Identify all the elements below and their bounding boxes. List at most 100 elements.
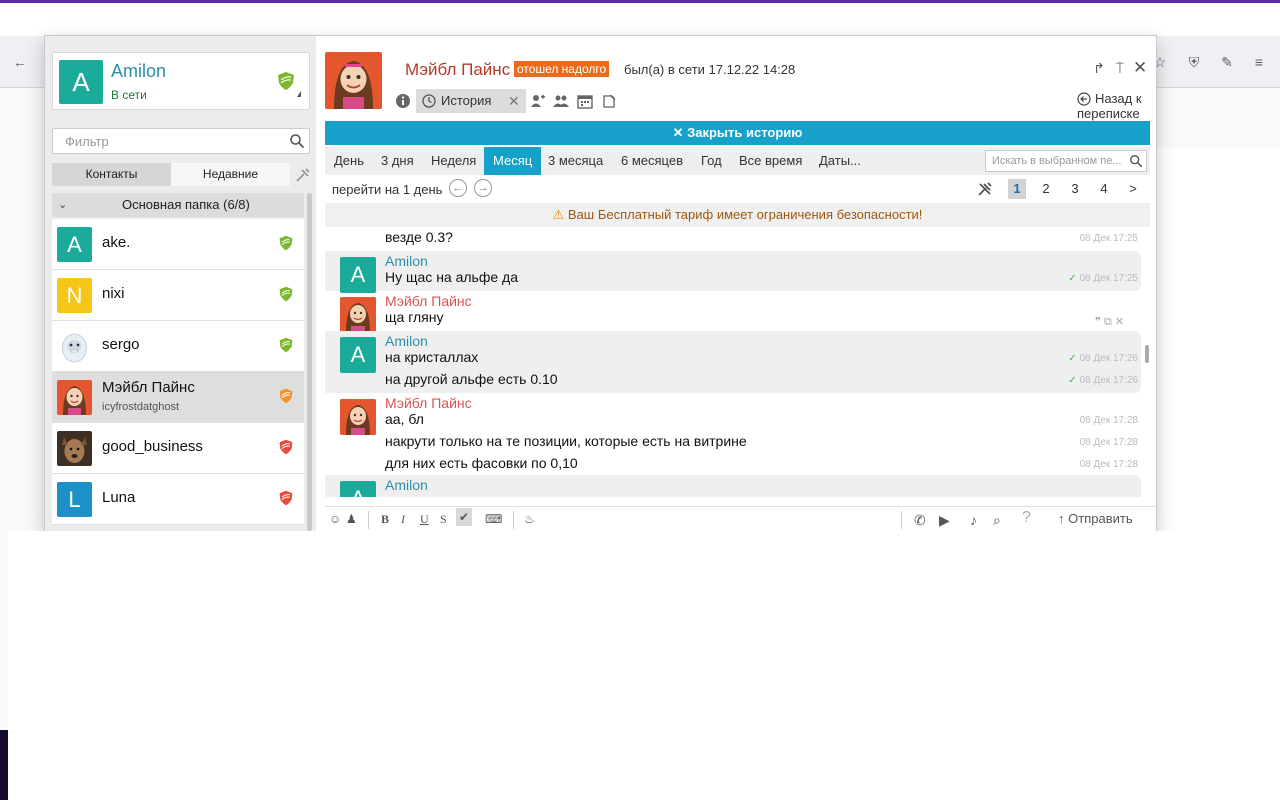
search-icon[interactable]: [289, 133, 305, 149]
contact-item[interactable]: A ake.: [52, 219, 304, 270]
my-name: Amilon: [111, 61, 167, 81]
tab-history[interactable]: История ✕: [416, 89, 526, 113]
period-tab-3months[interactable]: 3 месяца: [539, 147, 612, 175]
unpin-icon[interactable]: ↱: [1092, 60, 1106, 77]
contact-name: nixi: [102, 285, 125, 302]
help-icon[interactable]: ?: [1022, 509, 1031, 527]
close-history-button[interactable]: ✕ Закрыть историю: [325, 121, 1150, 145]
back-arrow-icon[interactable]: ←: [12, 54, 28, 70]
menu-icon[interactable]: ≡: [1251, 54, 1267, 70]
tools-icon[interactable]: [295, 167, 311, 183]
period-tab-day[interactable]: День: [325, 147, 373, 175]
tools-icon[interactable]: [977, 181, 993, 197]
history-search-input[interactable]: Искать в выбранном пе...: [985, 150, 1147, 172]
info-icon[interactable]: [395, 93, 411, 109]
period-tab-week[interactable]: Неделя: [422, 147, 485, 175]
quote-icon[interactable]: ❞: [1095, 316, 1101, 328]
warning-text: Ваш Бесплатный тариф имеет ограничения б…: [567, 207, 923, 222]
italic-button[interactable]: I: [401, 512, 405, 527]
sticker-icon[interactable]: ♟: [346, 512, 357, 526]
goto-label: перейти на 1 день: [332, 182, 443, 197]
copy-icon[interactable]: ⧉: [1104, 316, 1112, 328]
period-tab-year[interactable]: Год: [692, 147, 731, 175]
emoji-icon[interactable]: ☺: [329, 512, 341, 526]
chat-partner-name: Мэйбл Пайнс: [405, 60, 511, 79]
last-seen: был(а) в сети 17.12.22 14:28: [624, 62, 796, 77]
contact-item[interactable]: sergo: [52, 321, 304, 372]
page-next[interactable]: >: [1124, 179, 1142, 199]
message-actions[interactable]: ❞ ⧉ ✕: [1095, 315, 1124, 329]
close-icon[interactable]: ✕: [1133, 58, 1147, 78]
period-tab-month[interactable]: Месяц: [484, 147, 542, 175]
message-text: Ну щас на альфе да: [385, 269, 518, 285]
note-icon[interactable]: [601, 93, 617, 109]
next-day-icon[interactable]: →: [474, 179, 492, 197]
page-3[interactable]: 3: [1066, 179, 1084, 199]
my-profile-card[interactable]: A Amilon В сети: [52, 52, 310, 110]
message-avatar: [340, 297, 376, 333]
contacts-scrollbar[interactable]: [307, 193, 312, 531]
microphone-icon[interactable]: ♪: [970, 512, 977, 528]
keyboard-icon[interactable]: ⌨: [485, 512, 502, 526]
message-time: 08 Дек 17:28: [1079, 415, 1138, 426]
back-to-chat-link[interactable]: Назад к переписке: [1077, 91, 1155, 121]
send-arrow-icon: ↑: [1058, 511, 1065, 526]
contact-avatar: N: [57, 278, 92, 313]
page-1[interactable]: 1: [1008, 179, 1026, 199]
shield-toolbar-icon[interactable]: ⛨: [1186, 54, 1202, 70]
tab-contacts[interactable]: Контакты: [52, 163, 171, 186]
security-shield-icon[interactable]: [276, 71, 296, 91]
extension-icon[interactable]: ✎: [1219, 54, 1235, 70]
chevron-down-icon: ⌄: [58, 199, 68, 211]
girl-avatar-icon: [325, 52, 382, 109]
period-tab-6months[interactable]: 6 месяцев: [612, 147, 692, 175]
bold-button[interactable]: B: [381, 512, 389, 527]
contact-avatar: [57, 380, 92, 415]
period-tab-3days[interactable]: 3 дня: [372, 147, 423, 175]
security-shield-icon: [279, 235, 293, 251]
calendar-icon[interactable]: [577, 93, 593, 109]
contact-avatar: [57, 431, 92, 466]
contact-item-selected[interactable]: Мэйбл Пайнс icyfrostdatghost: [52, 372, 304, 423]
messages-scrollbar[interactable]: [1145, 345, 1149, 363]
send-button[interactable]: ↑ Отправить: [1058, 511, 1133, 526]
contacts-folder[interactable]: ⌄ Основная папка (6/8): [52, 193, 304, 217]
tab-history-label: История: [441, 93, 492, 108]
girl-avatar-icon: [57, 380, 92, 415]
toolbar-divider: [901, 511, 902, 529]
pin-icon[interactable]: ⍑: [1113, 60, 1127, 77]
message-composer-toolbar: ☺ ♟ B I U S ✔ ⌨ ♨ ✆ ▶ ♪ ⌕ ? ↑ Отправить: [325, 506, 1156, 531]
contact-item[interactable]: N nixi: [52, 270, 304, 321]
contact-item[interactable]: L Luna: [52, 474, 304, 525]
prev-day-icon[interactable]: ←: [449, 179, 467, 197]
chat-partner-avatar[interactable]: [325, 52, 382, 109]
video-icon[interactable]: ▶: [939, 512, 950, 529]
underline-button[interactable]: U: [420, 512, 429, 527]
group-icon[interactable]: [553, 93, 569, 109]
delete-icon[interactable]: ✕: [1115, 316, 1124, 328]
close-tab-icon[interactable]: ✕: [508, 89, 520, 113]
period-tab-dates[interactable]: Даты...: [810, 147, 870, 175]
period-tab-all-time[interactable]: Все время: [730, 147, 811, 175]
fire-icon[interactable]: ♨: [524, 512, 535, 526]
contact-subtitle: icyfrostdatghost: [102, 401, 180, 413]
search-icon[interactable]: [1129, 154, 1143, 168]
add-contact-icon[interactable]: [530, 93, 546, 109]
message-author: Amilon: [385, 333, 428, 349]
filter-input[interactable]: Фильтр: [52, 128, 310, 154]
spellcheck-icon[interactable]: ✔: [456, 508, 473, 526]
strike-button[interactable]: S: [440, 512, 447, 527]
message-time: 08 Дек 17:28: [1079, 437, 1138, 448]
page-4[interactable]: 4: [1095, 179, 1113, 199]
attach-icon[interactable]: ⌕: [993, 512, 1001, 529]
status-caret-icon[interactable]: [297, 91, 301, 97]
page-2[interactable]: 2: [1037, 179, 1055, 199]
toolbar-divider: [368, 511, 369, 529]
contact-avatar: L: [57, 482, 92, 517]
phone-icon[interactable]: ✆: [914, 512, 926, 529]
message-time-text: 08 Дек 17:26: [1079, 353, 1138, 364]
tab-recent[interactable]: Недавние: [171, 163, 290, 186]
message-time-text: 08 Дек 17:26: [1079, 375, 1138, 386]
contact-item[interactable]: good_business: [52, 423, 304, 474]
security-shield-icon: [279, 337, 293, 353]
